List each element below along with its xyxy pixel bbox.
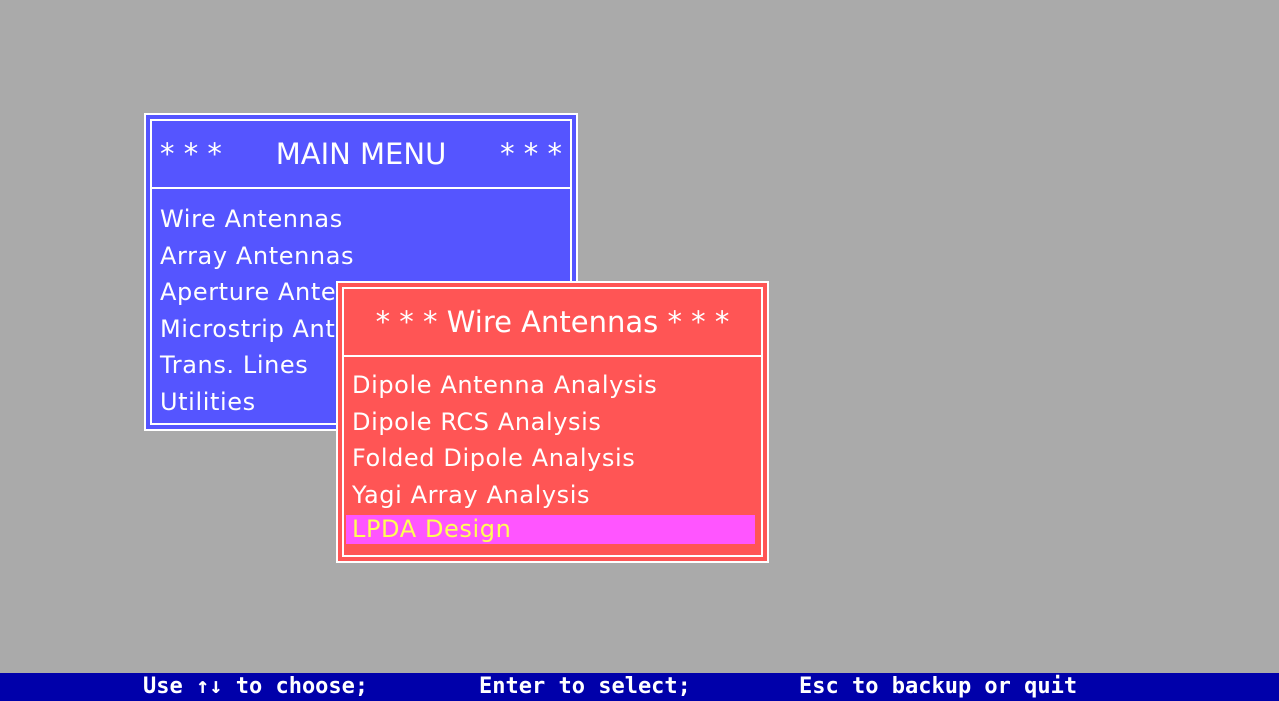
menu-item-dipole-rcs-analysis[interactable]: Dipole RCS Analysis [344, 404, 761, 441]
main-menu-title: MAIN MENU [275, 137, 447, 171]
status-hint-select: Enter to select; [479, 674, 691, 699]
title-stars-right: * * * [500, 137, 562, 171]
main-menu-title-bar: * * * MAIN MENU * * * [152, 121, 570, 189]
menu-item-folded-dipole-analysis[interactable]: Folded Dipole Analysis [344, 440, 761, 477]
title-stars-left: * * * [160, 137, 222, 171]
menu-item-dipole-antenna-analysis[interactable]: Dipole Antenna Analysis [344, 367, 761, 404]
status-hint-quit: Esc to backup or quit [799, 674, 1078, 699]
menu-item-array-antennas[interactable]: Array Antennas [152, 238, 570, 275]
menu-item-wire-antennas[interactable]: Wire Antennas [152, 201, 570, 238]
wire-menu-title: * * * Wire Antennas * * * [344, 289, 761, 357]
wire-menu-list: Dipole Antenna Analysis Dipole RCS Analy… [344, 357, 761, 544]
wire-antennas-submenu: * * * Wire Antennas * * * Dipole Antenna… [336, 281, 769, 563]
status-bar: Use ↑↓ to choose; Enter to select; Esc t… [0, 673, 1279, 701]
wire-menu-frame: * * * Wire Antennas * * * Dipole Antenna… [342, 287, 763, 557]
status-hint-choose: Use ↑↓ to choose; [143, 674, 369, 699]
menu-item-lpda-design[interactable]: LPDA Design [346, 515, 755, 544]
menu-item-yagi-array-analysis[interactable]: Yagi Array Analysis [344, 477, 761, 514]
